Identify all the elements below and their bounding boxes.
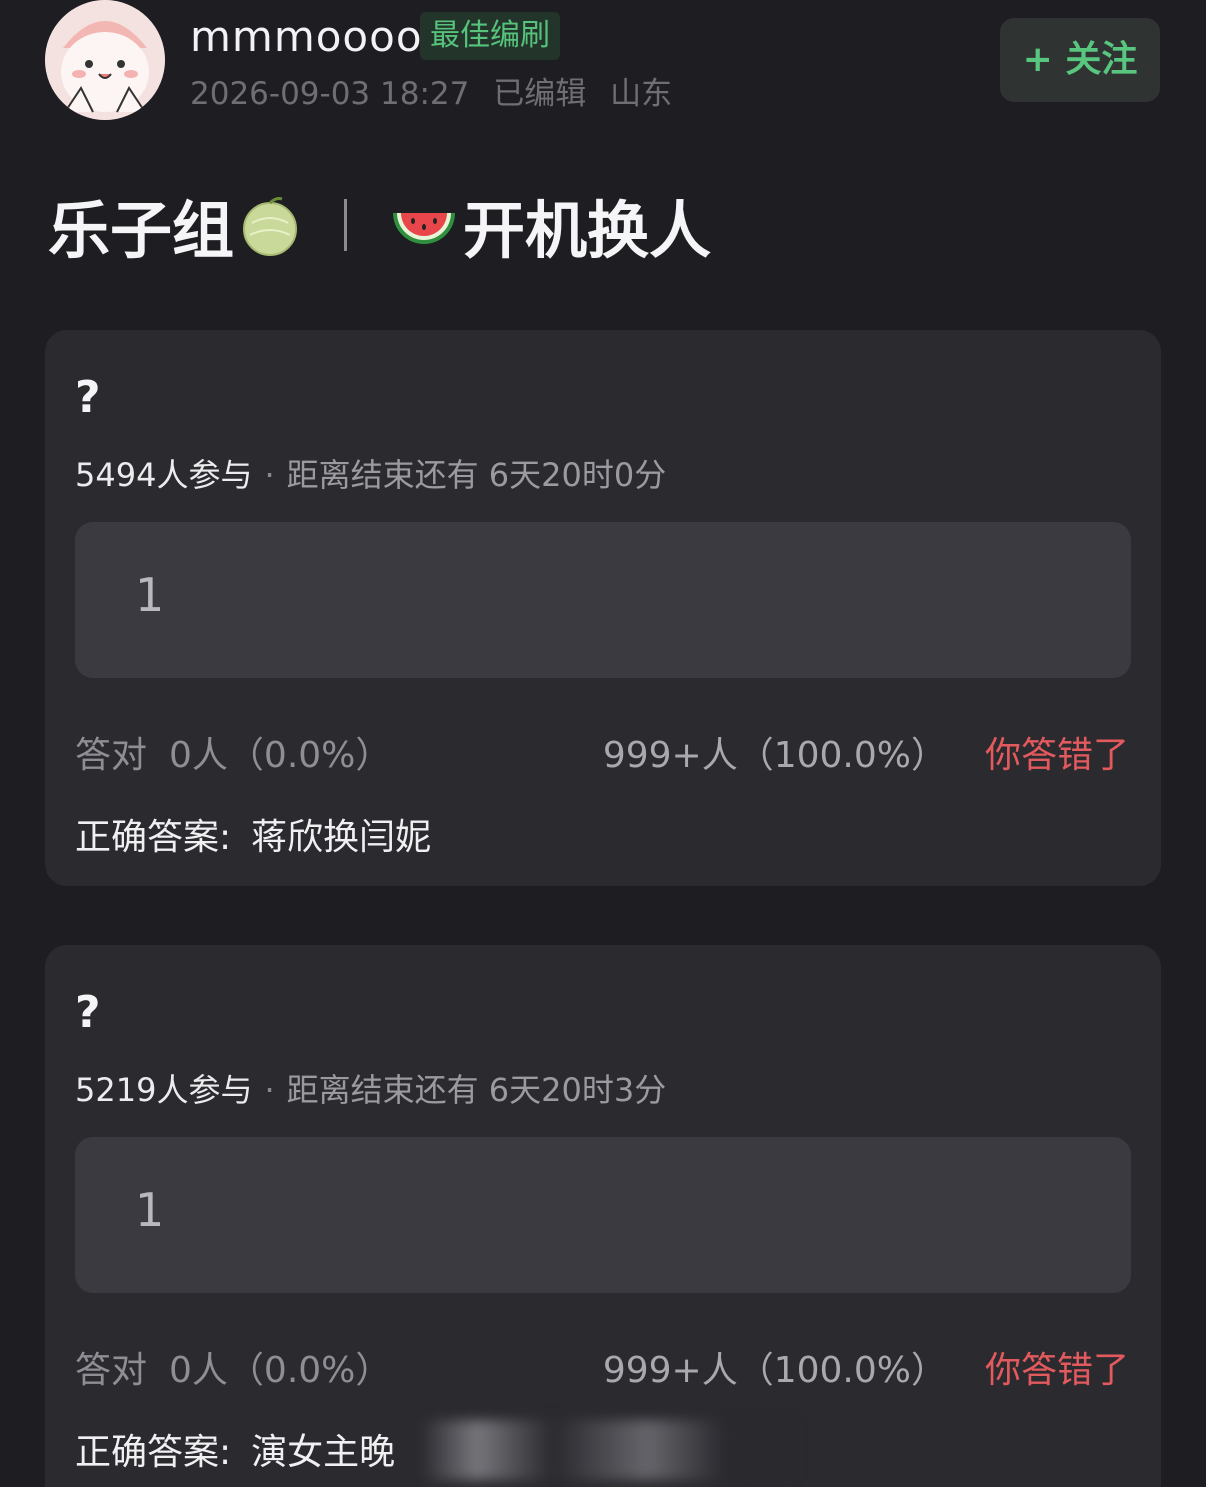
correct-answer: 正确答案: 演女主晚 xyxy=(75,1423,395,1475)
post-meta: 2026-09-03 18:27 已编辑 山东 xyxy=(190,72,686,116)
answer-label: 正确答案: xyxy=(75,817,232,858)
correct-label: 答对 xyxy=(75,735,148,776)
quiz-stats: 5494人参与 · 距离结束还有 6天20时0分 xyxy=(75,450,666,496)
edited-label: 已编辑 xyxy=(493,76,587,112)
stats-separator: · xyxy=(264,456,275,494)
follow-button[interactable]: + 关注 xyxy=(1000,18,1160,102)
participants-count: 5494人参与 xyxy=(75,456,253,494)
title-separator xyxy=(344,199,348,251)
answer-value: 蒋欣换闫妮 xyxy=(251,817,432,858)
answer-label: 正确答案: xyxy=(75,1432,232,1473)
quiz-card: ? 5494人参与 · 距离结束还有 6天20时0分 1 答对 0人（0.0%） 99… xyxy=(45,330,1161,886)
option-result: 999+人（100.0%） 你答错了 xyxy=(603,726,1129,778)
title-right: 开机换人 xyxy=(463,194,712,267)
option-result-count: 999+人（100.0%） xyxy=(602,735,947,776)
title-left: 乐子组 xyxy=(48,194,235,267)
quiz-stats: 5219人参与 · 距离结束还有 6天20时3分 xyxy=(75,1065,666,1111)
quiz-option[interactable]: 1 xyxy=(75,522,1131,678)
participants-count: 5219人参与 xyxy=(75,1071,253,1109)
watermelon-icon xyxy=(393,213,456,244)
option-result: 999+人（100.0%） 你答错了 xyxy=(603,1341,1129,1393)
quiz-question: ? xyxy=(75,372,101,423)
post-page: mmmoooo 最佳编刷 2026-09-03 18:27 已编辑 山东 + 关… xyxy=(0,0,1206,1487)
correct-answer: 正确答案: 蒋欣换闫妮 xyxy=(75,808,431,860)
time-remaining: 距离结束还有 6天20时0分 xyxy=(286,456,667,494)
option-label: 1 xyxy=(135,1183,165,1237)
answer-value: 演女主晚 xyxy=(251,1432,396,1473)
quiz-question: ? xyxy=(75,987,101,1038)
stats-separator: · xyxy=(264,1071,275,1109)
post-location: 山东 xyxy=(610,76,673,112)
post-title: 乐子组 开机换人 xyxy=(48,180,711,270)
time-remaining: 距离结束还有 6天20时3分 xyxy=(286,1071,667,1109)
editor-badge: 最佳编刷 xyxy=(420,12,560,60)
melon-icon xyxy=(243,197,298,256)
correct-value: 0人（0.0%） xyxy=(169,735,392,776)
correct-result: 答对 0人（0.0%） xyxy=(75,726,391,778)
correct-label: 答对 xyxy=(75,1350,148,1391)
avatar-illustration xyxy=(45,0,165,120)
post-date: 2026-09-03 18:27 xyxy=(190,76,470,112)
username[interactable]: mmmoooo xyxy=(190,12,423,62)
correct-value: 0人（0.0%） xyxy=(169,1350,392,1391)
redaction-blur xyxy=(420,1420,800,1480)
quiz-card: ? 5219人参与 · 距离结束还有 6天20时3分 1 答对 0人（0.0%） 99… xyxy=(45,945,1161,1487)
option-result-count: 999+人（100.0%） xyxy=(602,1350,947,1391)
quiz-option[interactable]: 1 xyxy=(75,1137,1131,1293)
wrong-answer-status: 你答错了 xyxy=(984,735,1129,776)
avatar[interactable] xyxy=(45,0,165,120)
wrong-answer-status: 你答错了 xyxy=(984,1350,1129,1391)
option-label: 1 xyxy=(135,568,165,622)
correct-result: 答对 0人（0.0%） xyxy=(75,1341,391,1393)
